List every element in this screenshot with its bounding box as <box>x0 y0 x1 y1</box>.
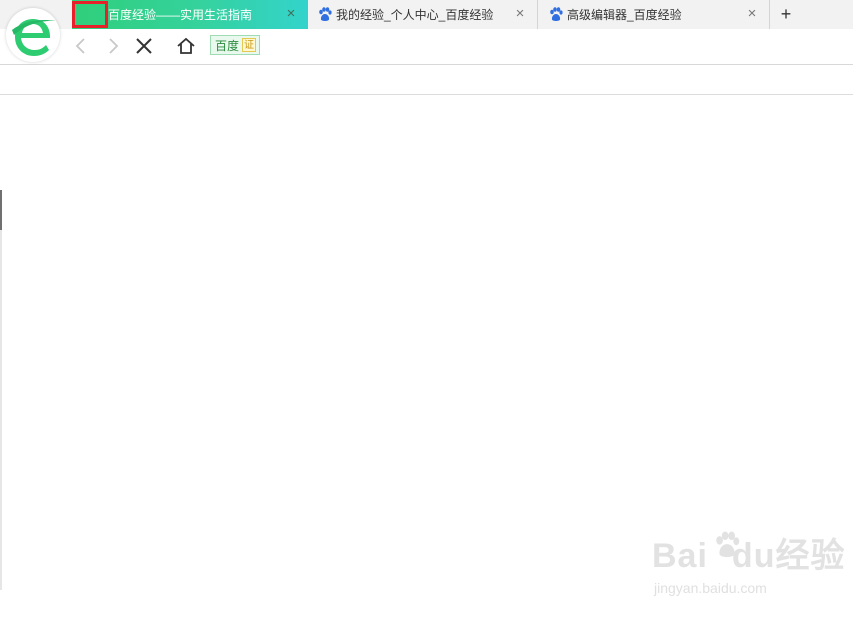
cert-site-name: 百度 <box>215 38 240 53</box>
tab-label: 百度经验——实用生活指南 <box>108 8 253 22</box>
home-button[interactable] <box>175 35 197 57</box>
watermark-main: Bai du经验 <box>652 528 845 577</box>
watermark-jingyan: 经验 <box>775 537 846 575</box>
watermark-url: jingyan.baidu.com <box>654 580 767 596</box>
tab-bar: 百度经验——实用生活指南 × 我的经验_个人中心_百度经验 × 高级编辑器_百度… <box>0 0 853 29</box>
tab-label: 高级编辑器_百度经验 <box>567 8 682 22</box>
navigation-toolbar <box>0 29 853 65</box>
tab-close-icon[interactable]: × <box>745 6 759 21</box>
back-button[interactable] <box>70 35 92 57</box>
watermark-bai: Bai <box>652 537 708 575</box>
forward-button[interactable] <box>102 35 124 57</box>
chevron-left-icon <box>75 38 85 54</box>
tab-advanced-editor[interactable]: 高级编辑器_百度经验 × <box>539 0 770 29</box>
baidu-paw-icon <box>319 7 332 21</box>
baidu-jingyan-watermark: Bai du经验 jingyan.baidu.com <box>652 528 844 608</box>
site-certification-badge[interactable]: 百度 证 <box>210 35 261 55</box>
chevron-right-icon <box>109 38 119 54</box>
close-icon <box>136 38 152 54</box>
tab-close-icon[interactable]: × <box>284 6 298 21</box>
stop-button[interactable] <box>133 35 155 57</box>
address-bar-area <box>0 65 853 95</box>
watermark-paw-icon <box>716 531 740 558</box>
browser-logo[interactable] <box>6 8 60 62</box>
scroll-edge <box>0 190 2 230</box>
favicon-highlight-box <box>72 1 108 28</box>
tab-my-experience[interactable]: 我的经验_个人中心_百度经验 × <box>308 0 538 29</box>
tab-close-icon[interactable]: × <box>513 6 527 21</box>
baidu-paw-icon <box>550 7 563 21</box>
page-edge <box>0 230 2 590</box>
tab-baidu-jingyan[interactable]: 百度经验——实用生活指南 × <box>72 0 308 29</box>
browser-logo-icon <box>12 19 56 56</box>
home-icon <box>177 37 195 54</box>
cert-icon: 证 <box>242 38 257 52</box>
tab-label: 我的经验_个人中心_百度经验 <box>336 8 494 22</box>
new-tab-button[interactable]: + <box>771 0 801 29</box>
